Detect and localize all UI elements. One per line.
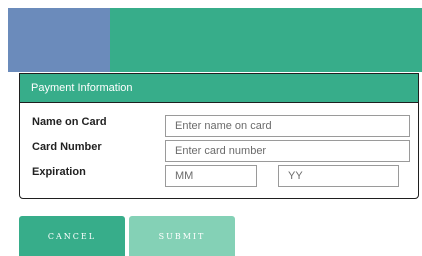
- name-on-card-input[interactable]: [165, 115, 410, 137]
- name-on-card-label: Name on Card: [32, 116, 107, 128]
- panel-title: Payment Information: [20, 74, 418, 103]
- expiration-month-input[interactable]: [165, 165, 257, 187]
- cancel-button[interactable]: CANCEL: [19, 216, 125, 256]
- card-number-label: Card Number: [32, 141, 102, 153]
- card-number-input[interactable]: [165, 140, 410, 162]
- expiration-year-input[interactable]: [278, 165, 399, 187]
- submit-button[interactable]: SUBMIT: [129, 216, 235, 256]
- header-banner-accent: [8, 8, 110, 72]
- expiration-label: Expiration: [32, 166, 86, 178]
- payment-panel: Payment Information Name on Card Card Nu…: [19, 73, 419, 199]
